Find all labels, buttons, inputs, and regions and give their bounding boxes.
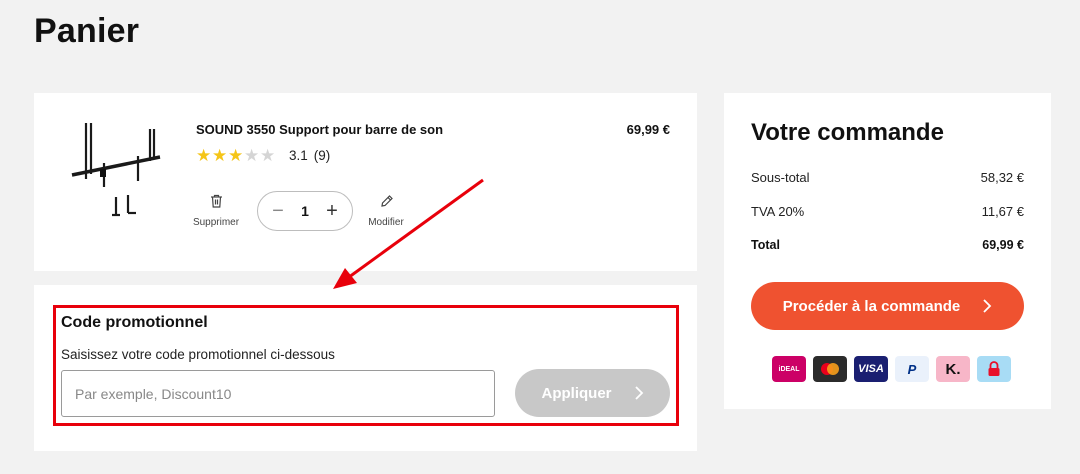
star-empty-icon: ★ [244,146,260,165]
chevron-right-icon [983,299,992,313]
cart-item-card: SOUND 3550 Support pour barre de son 69,… [34,93,697,271]
secure-lock-icon [977,356,1011,382]
subtotal-label: Sous-total [751,170,810,185]
trash-icon [210,194,222,208]
highlight-annotation-box [53,305,679,426]
product-name[interactable]: SOUND 3550 Support pour barre de son [196,122,443,137]
pencil-icon [380,195,393,207]
rating-count: (9) [313,148,331,163]
star-filled-icon: ★ [212,146,228,165]
vat-value: 11,67 € [981,204,1024,219]
total-value: 69,99 € [982,238,1024,252]
product-price: 69,99 € [626,122,670,137]
product-image[interactable] [68,119,168,229]
page-title: Panier [34,12,140,50]
total-label: Total [751,238,780,252]
visa-icon: VISA [854,356,888,382]
payment-methods: iDEAL VISA P K. [772,356,1011,382]
checkout-label: Procéder à la commande [782,297,961,315]
klarna-icon: K. [936,356,970,382]
order-title: Votre commande [751,119,944,146]
vat-row: TVA 20% 11,67 € [751,204,1024,219]
paypal-icon: P [895,356,929,382]
delete-button[interactable]: Supprimer [192,194,240,228]
star-filled-icon: ★ [228,146,244,165]
quantity-value[interactable]: 1 [301,203,309,219]
vat-label: TVA 20% [751,204,805,219]
order-summary-card: Votre commande Sous-total 58,32 € TVA 20… [724,93,1051,409]
star-filled-icon: ★ [196,146,212,165]
delete-label: Supprimer [192,217,240,228]
increase-quantity-button[interactable]: + [322,201,342,221]
checkout-button[interactable]: Procéder à la commande [751,282,1024,330]
rating-value: 3.1 [289,148,308,163]
rating-stars: ★ ★ ★ ★ ★ [196,147,276,164]
edit-button[interactable]: Modifier [364,194,408,228]
total-row: Total 69,99 € [751,238,1024,252]
decrease-quantity-button[interactable]: − [268,201,288,221]
product-rating[interactable]: ★ ★ ★ ★ ★ 3.1 (9) [196,147,330,164]
mastercard-icon [813,356,847,382]
star-empty-icon: ★ [260,146,276,165]
quantity-stepper: − 1 + [257,191,353,231]
subtotal-value: 58,32 € [980,170,1024,185]
subtotal-row: Sous-total 58,32 € [751,170,1024,185]
edit-label: Modifier [368,217,404,228]
ideal-icon: iDEAL [772,356,806,382]
